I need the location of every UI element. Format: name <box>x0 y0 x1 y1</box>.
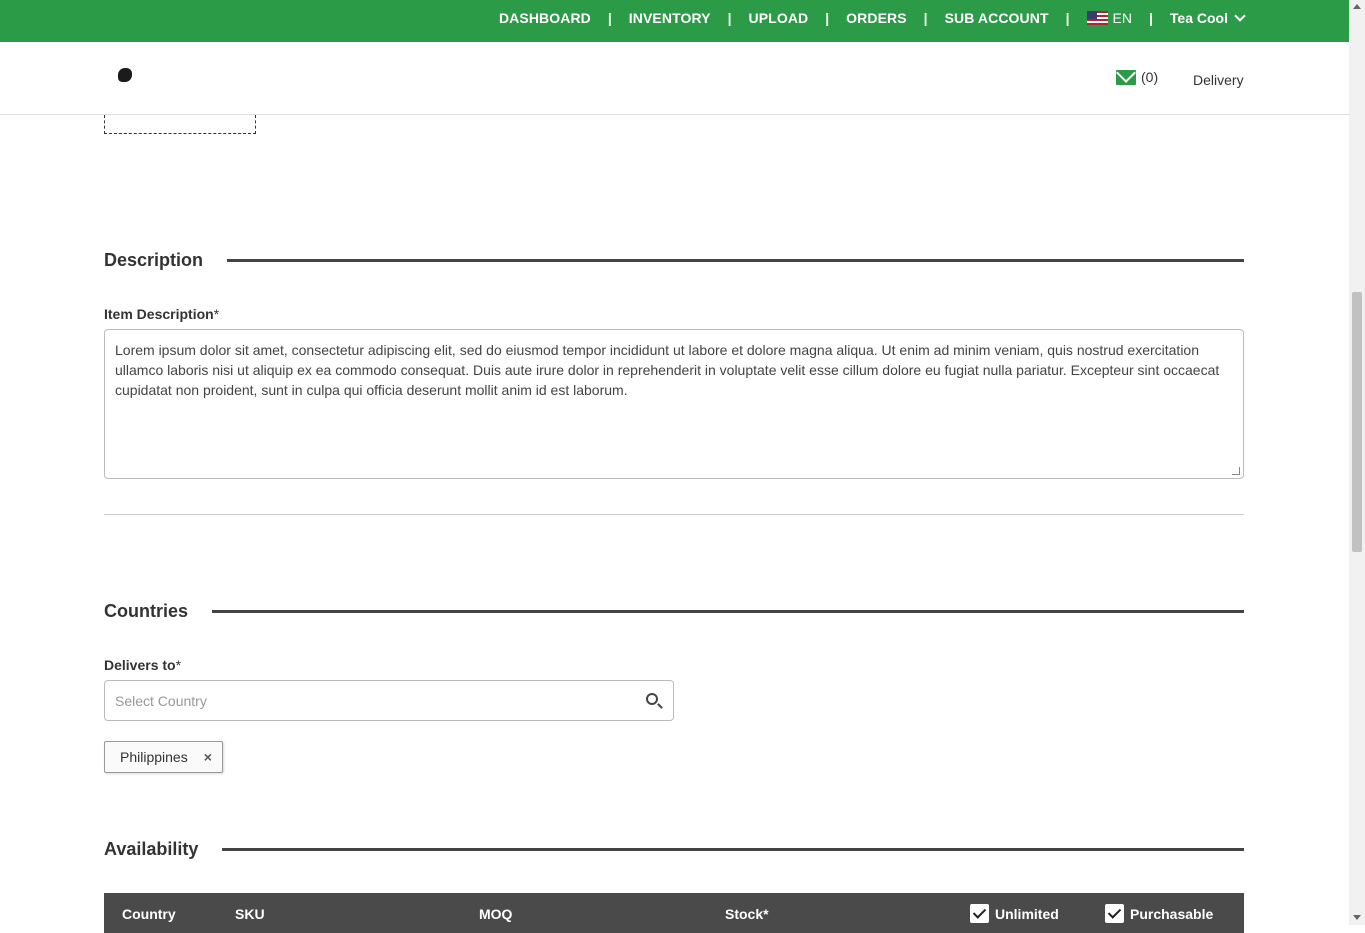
message-count: (0) <box>1141 69 1159 85</box>
section-divider <box>222 848 1244 851</box>
section-divider <box>227 259 1244 262</box>
logo[interactable] <box>114 66 138 92</box>
purchasable-label: Purchasable <box>1130 905 1214 922</box>
availability-table-header: Country SKU MOQ Stock* Unlimited Purchas… <box>104 893 1244 933</box>
delivers-to-label: Delivers to* <box>104 657 181 673</box>
country-chip-label: Philippines <box>120 749 188 765</box>
description-section-header: Description <box>104 250 1244 271</box>
nav-separator: | <box>607 10 612 26</box>
page-scrollbar[interactable] <box>1349 0 1365 925</box>
countries-section-header: Countries <box>104 601 1244 622</box>
top-navigation-bar: DASHBOARD | INVENTORY | UPLOAD | ORDERS … <box>0 0 1349 42</box>
country-chip: Philippines × <box>104 741 223 773</box>
section-title: Availability <box>104 839 199 859</box>
nav-upload[interactable]: UPLOAD <box>749 10 809 26</box>
delivery-link[interactable]: Delivery <box>1193 72 1244 88</box>
resize-handle-icon[interactable] <box>1232 467 1240 475</box>
language-selector[interactable]: EN <box>1086 10 1132 26</box>
item-description-textarea[interactable]: Lorem ipsum dolor sit amet, consectetur … <box>104 329 1244 479</box>
nav-inventory[interactable]: INVENTORY <box>629 10 711 26</box>
section-title: Countries <box>104 601 189 621</box>
language-label: EN <box>1112 10 1132 26</box>
scroll-thumb[interactable] <box>1352 292 1362 552</box>
section-title: Description <box>104 250 204 270</box>
envelope-icon <box>1116 69 1136 85</box>
column-moq: MOQ <box>479 906 513 922</box>
nav-orders[interactable]: ORDERS <box>846 10 907 26</box>
main-nav: DASHBOARD | INVENTORY | UPLOAD | ORDERS … <box>499 0 1246 36</box>
us-flag-icon <box>1086 11 1108 25</box>
country-search[interactable] <box>104 680 674 721</box>
chevron-down-icon <box>1234 10 1246 22</box>
image-upload-box[interactable] <box>104 115 256 134</box>
purchasable-checkbox[interactable] <box>1105 904 1124 923</box>
user-name: Tea Cool <box>1169 10 1228 26</box>
divider <box>104 514 1244 515</box>
nav-separator: | <box>1065 10 1070 26</box>
unlimited-label: Unlimited <box>995 905 1059 922</box>
unlimited-checkbox[interactable] <box>970 904 989 923</box>
label-text: Delivers to <box>104 657 176 673</box>
user-menu[interactable]: Tea Cool <box>1169 10 1246 26</box>
column-stock: Stock* <box>725 906 769 922</box>
item-description-label: Item Description* <box>104 306 219 322</box>
sub-header: (0) Delivery <box>0 42 1349 115</box>
column-purchasable: Purchasable <box>1105 904 1213 923</box>
column-country: Country <box>122 906 176 922</box>
nav-separator: | <box>1149 10 1153 26</box>
nav-dashboard[interactable]: DASHBOARD <box>499 10 591 26</box>
country-search-input[interactable] <box>115 692 645 709</box>
search-icon[interactable] <box>645 692 663 710</box>
column-sku: SKU <box>235 906 265 922</box>
nav-separator: | <box>727 10 732 26</box>
nav-separator: | <box>923 10 928 26</box>
scroll-up-icon[interactable] <box>1353 4 1361 9</box>
column-unlimited: Unlimited <box>970 904 1059 923</box>
required-mark: * <box>213 306 220 322</box>
remove-country-icon[interactable]: × <box>204 749 212 765</box>
availability-section-header: Availability <box>104 839 1244 860</box>
description-text: Lorem ipsum dolor sit amet, consectetur … <box>115 342 1220 398</box>
scroll-down-icon[interactable] <box>1353 915 1361 920</box>
section-divider <box>212 610 1244 613</box>
nav-sub-account[interactable]: SUB ACCOUNT <box>945 10 1049 26</box>
required-mark: * <box>175 657 182 673</box>
messages-link[interactable]: (0) <box>1116 69 1158 85</box>
nav-separator: | <box>825 10 830 26</box>
frog-logo-icon <box>118 68 132 82</box>
label-text: Item Description <box>104 306 214 322</box>
